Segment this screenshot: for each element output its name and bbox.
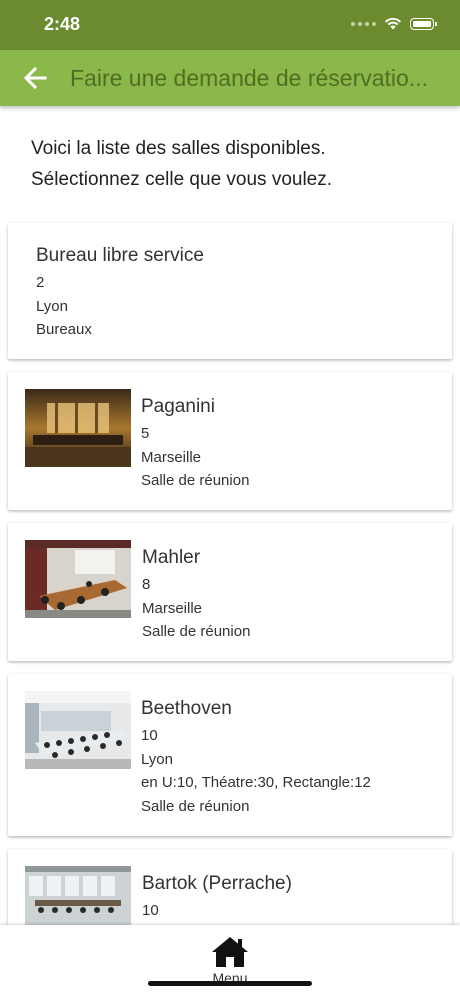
room-city: Lyon: [141, 750, 173, 768]
status-bar: 2:48: [0, 0, 460, 50]
intro-text: Voici la liste des salles disponibles. S…: [31, 133, 431, 195]
room-capacity: 8: [142, 576, 151, 593]
page-title: Faire une demande de réservatio...: [70, 64, 428, 91]
room-layouts: en U:10, Théatre:30, Rectangle:12: [141, 774, 371, 791]
status-time: 2:48: [44, 14, 81, 34]
room-name: Bartok (Perrache): [142, 873, 292, 894]
room-card[interactable]: Paganini 5 Marseille Salle de réunion: [8, 372, 452, 510]
intro-line-2: Sélectionnez celle que vous voulez.: [31, 169, 333, 190]
room-type: Salle de réunion: [142, 623, 251, 640]
intro-line-1: Voici la liste des salles disponibles.: [31, 138, 326, 159]
home-icon: [212, 937, 248, 967]
room-photo: [25, 540, 131, 618]
room-name: Bureau libre service: [36, 245, 204, 266]
status-icons: [351, 17, 437, 30]
room-card[interactable]: Mahler 8 Marseille Salle de réunion: [8, 523, 452, 661]
back-button[interactable]: [0, 50, 70, 106]
home-indicator: [148, 981, 312, 986]
wifi-icon: [384, 17, 402, 30]
arrow-left-icon: [23, 67, 47, 89]
room-name: Mahler: [142, 547, 201, 568]
room-capacity: 2: [36, 274, 45, 291]
room-photo: [25, 389, 131, 467]
room-capacity: 10: [142, 902, 159, 919]
room-capacity: 10: [141, 727, 158, 744]
battery-icon: [410, 17, 437, 30]
room-card[interactable]: Beethoven 10 Lyon en U:10, Théatre:30, R…: [8, 674, 452, 836]
room-city: Marseille: [141, 448, 202, 466]
room-card[interactable]: Bureau libre service 2 Lyon Bureaux: [8, 223, 452, 359]
room-photo: [25, 691, 131, 769]
room-city: Marseille: [142, 599, 203, 617]
room-capacity: 5: [141, 425, 150, 442]
room-name: Beethoven: [141, 698, 232, 719]
room-type: Salle de réunion: [141, 797, 250, 815]
app-bar: Faire une demande de réservatio...: [0, 50, 460, 106]
room-city: Lyon: [36, 297, 68, 315]
room-type: Salle de réunion: [141, 472, 250, 489]
signal-icon: [351, 21, 376, 26]
room-name: Paganini: [141, 396, 215, 417]
room-type: Bureaux: [36, 321, 92, 338]
